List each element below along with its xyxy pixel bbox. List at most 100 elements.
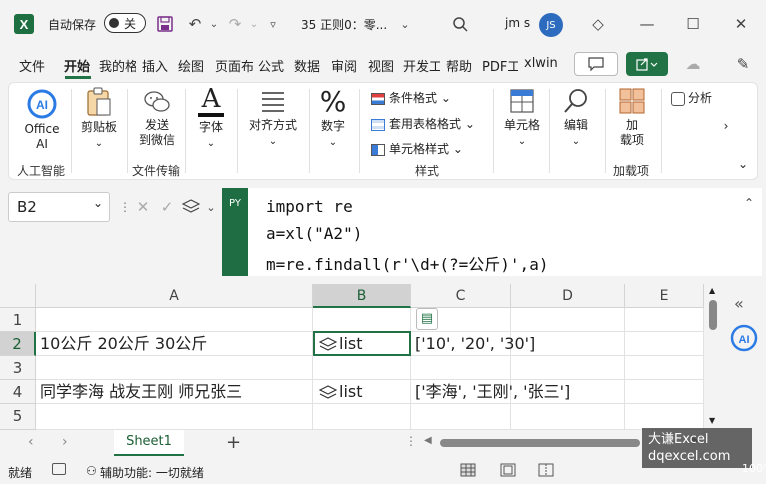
tab-home[interactable]: 开始	[64, 56, 90, 75]
normal-view-icon[interactable]	[460, 463, 476, 477]
column-header-d[interactable]: D	[511, 284, 625, 308]
comments-button[interactable]	[574, 52, 618, 76]
cell-e1[interactable]	[625, 308, 704, 332]
tab-xlwings[interactable]: xlwin	[524, 56, 558, 71]
cell-d4[interactable]	[511, 380, 625, 404]
cell-a1[interactable]	[36, 308, 313, 332]
tab-pdf[interactable]: PDF工	[482, 56, 518, 75]
table-format-button[interactable]: 套用表格格式 ⌄	[371, 115, 475, 132]
clipboard-button[interactable]: 剪贴板 ⌄	[75, 87, 123, 151]
column-header-b[interactable]: B	[313, 284, 411, 308]
conditional-format-button[interactable]: 条件格式 ⌄	[371, 89, 451, 106]
prev-sheet-icon[interactable]: ‹	[28, 434, 34, 450]
page-layout-view-icon[interactable]	[500, 463, 516, 477]
row-header-4[interactable]: 4	[0, 380, 36, 404]
cell-e2[interactable]	[625, 332, 704, 356]
cloud-icon[interactable]: ☁	[682, 53, 704, 75]
cell-d3[interactable]	[511, 356, 625, 380]
cell-a3[interactable]	[36, 356, 313, 380]
cell-e3[interactable]	[625, 356, 704, 380]
tab-review[interactable]: 审阅	[331, 56, 357, 75]
sheet-tab-sheet1[interactable]: Sheet1	[114, 430, 184, 456]
vertical-scroll-thumb[interactable]	[709, 300, 717, 330]
font-button[interactable]: A 字体 ⌄	[193, 85, 229, 151]
cell-d1[interactable]	[511, 308, 625, 332]
tab-page-layout[interactable]: 页面布	[215, 56, 253, 75]
minimize-icon[interactable]: —	[636, 13, 658, 35]
undo-dropdown-icon[interactable]: ⌄	[203, 13, 225, 35]
formula-collapse-icon[interactable]: ⌃	[738, 192, 760, 214]
cell-c3[interactable]	[411, 356, 511, 380]
cell-a4[interactable]: 同学李海 战友王刚 师兄张三	[36, 380, 313, 404]
tab-insert[interactable]: 插入	[142, 56, 168, 75]
send-wechat-button[interactable]: 发送 到微信	[133, 89, 181, 148]
document-title[interactable]: 35 正则0：零...	[301, 16, 387, 33]
search-icon[interactable]	[449, 13, 471, 35]
select-all-corner[interactable]	[0, 284, 36, 308]
cell-c5[interactable]	[411, 404, 511, 430]
vertical-scrollbar[interactable]: ▲ ▼	[704, 284, 722, 430]
user-name[interactable]: jm s	[505, 16, 530, 30]
cell-a2[interactable]: 10公斤 20公斤 30公斤	[36, 332, 313, 356]
ai-assistant-icon[interactable]: AI	[730, 324, 758, 352]
cell-b3[interactable]	[313, 356, 411, 380]
addins-button[interactable]: 加 载项	[611, 87, 653, 148]
tab-view[interactable]: 视图	[368, 56, 394, 75]
python-output-dropdown-icon[interactable]: ⌄	[200, 196, 222, 218]
cell-a5[interactable]	[36, 404, 313, 430]
autosave-toggle[interactable]: 关	[104, 13, 146, 33]
cell-style-button[interactable]: 单元格样式 ⌄	[371, 140, 463, 157]
zoom-level[interactable]: 100%	[742, 462, 766, 475]
python-object-icon[interactable]	[180, 196, 202, 218]
tab-help[interactable]: 帮助	[446, 56, 472, 75]
worksheet-grid[interactable]: A B C D E 1 2 3 4 5 10公斤 20公斤 30公斤 list …	[0, 284, 704, 430]
cell-b5[interactable]	[313, 404, 411, 430]
next-sheet-icon[interactable]: ›	[62, 434, 68, 450]
tab-formulas[interactable]: 公式	[258, 56, 284, 75]
scroll-up-icon[interactable]: ▲	[709, 286, 715, 295]
page-break-view-icon[interactable]	[538, 463, 554, 477]
title-dropdown-icon[interactable]: ⌄	[394, 13, 416, 35]
cell-b4[interactable]: list	[313, 380, 411, 404]
sheet-options-icon[interactable]: ⋮	[405, 434, 417, 448]
row-header-2[interactable]: 2	[0, 332, 36, 356]
editing-button[interactable]: 编辑 ⌄	[555, 87, 597, 149]
horizontal-scroll-thumb[interactable]	[440, 439, 640, 447]
maximize-icon[interactable]: ☐	[682, 13, 704, 35]
cell-d2[interactable]	[511, 332, 625, 356]
enter-icon[interactable]: ✓	[156, 196, 178, 218]
scroll-down-icon[interactable]: ▼	[709, 416, 715, 425]
collapse-pane-icon[interactable]: «	[734, 294, 744, 313]
cell-e5[interactable]	[625, 404, 704, 430]
tab-data[interactable]: 数据	[294, 56, 320, 75]
share-button[interactable]	[626, 52, 668, 76]
tab-draw[interactable]: 绘图	[178, 56, 204, 75]
pen-icon[interactable]: ✎	[732, 53, 754, 75]
cell-c2[interactable]: ['10', '20', '30']	[411, 332, 535, 356]
customize-qat-icon[interactable]: ▿	[262, 13, 284, 35]
name-box[interactable]: B2 ⌄	[8, 192, 110, 222]
column-header-e[interactable]: E	[625, 284, 704, 308]
number-button[interactable]: % 数字 ⌄	[315, 85, 351, 150]
cells-button[interactable]: 单元格 ⌄	[499, 87, 545, 149]
macro-icon[interactable]	[52, 463, 66, 475]
cancel-icon[interactable]: ✕	[132, 196, 154, 218]
cell-c4[interactable]: ['李海', '王刚', '张三']	[411, 380, 570, 404]
office-ai-button[interactable]: AI Office AI	[19, 89, 65, 152]
add-sheet-button[interactable]: +	[226, 432, 241, 453]
analysis-button[interactable]: 分析	[671, 89, 712, 106]
close-icon[interactable]: ✕	[730, 13, 752, 35]
row-header-1[interactable]: 1	[0, 308, 36, 332]
row-header-3[interactable]: 3	[0, 356, 36, 380]
tab-my-format[interactable]: 我的格	[99, 56, 136, 75]
ribbon-collapse-icon[interactable]: ⌄	[735, 157, 751, 172]
alignment-button[interactable]: 对齐方式 ⌄	[243, 89, 303, 149]
card-icon[interactable]: ▤	[416, 308, 438, 330]
accessibility-status[interactable]: 辅助功能: 一切就绪	[100, 464, 204, 481]
tab-file[interactable]: 文件	[19, 56, 45, 75]
accessibility-icon[interactable]: ⚇	[86, 464, 97, 478]
name-box-dropdown-icon[interactable]: ⌄	[93, 196, 103, 210]
diamond-icon[interactable]: ◇	[587, 13, 609, 35]
column-header-a[interactable]: A	[36, 284, 313, 308]
row-header-5[interactable]: 5	[0, 404, 36, 430]
